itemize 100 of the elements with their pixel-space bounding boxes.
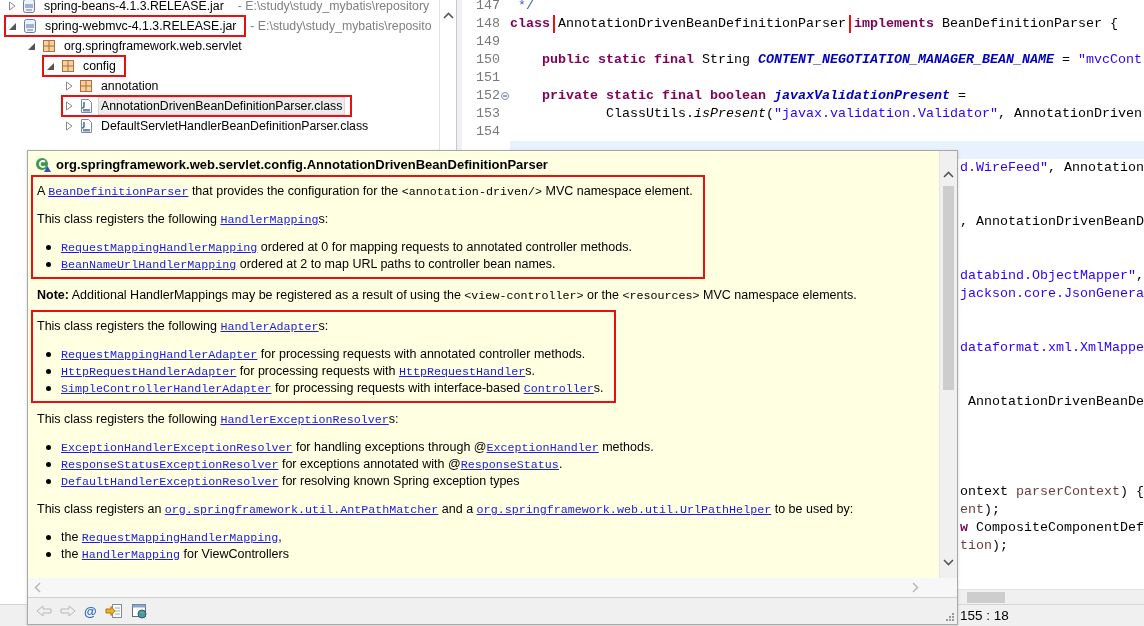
open-declaration-icon[interactable]	[104, 603, 123, 619]
class-icon	[35, 156, 51, 173]
doc-link[interactable]: ExceptionHandlerExceptionResolver	[61, 441, 293, 455]
line-number: 149	[476, 33, 500, 51]
expanded-arrow-icon[interactable]	[8, 21, 17, 31]
code-line: ent);	[960, 502, 1000, 517]
code-line: public static final String CONTENT_NEGOTIATION_MANAGER_BEAN_NAME = "mvcCont	[541, 52, 1142, 67]
line-number: 147	[476, 0, 500, 15]
package-icon	[60, 58, 76, 74]
code-line: ontext parserContext) {	[960, 484, 1144, 499]
bullet-icon	[46, 535, 51, 540]
code-line: tion);	[960, 538, 1008, 553]
bullet-icon	[46, 479, 51, 484]
bullet-icon	[46, 386, 51, 391]
scroll-up-icon[interactable]	[442, 12, 454, 19]
resize-grip-icon[interactable]	[944, 611, 954, 621]
doc-link[interactable]: Controller	[523, 382, 594, 396]
code-line: AnnotationDrivenBeanDe	[967, 394, 1144, 409]
list-item: the HandlerMapping for ViewControllers	[61, 546, 289, 563]
line-number: 151	[476, 69, 500, 87]
expanded-arrow-icon[interactable]	[27, 41, 36, 51]
bullet-icon	[46, 245, 51, 250]
list-item: DefaultHandlerExceptionResolver for resolving known Spring exception types	[61, 473, 520, 490]
doc-link[interactable]: RequestMappingHandlerMapping	[61, 241, 258, 255]
jar-icon	[21, 0, 37, 14]
list-item: ResponseStatusExceptionResolver for exceptions annotated with @ResponseStatus.	[61, 456, 563, 473]
doc-link[interactable]: ResponseStatusExceptionResolver	[61, 458, 279, 472]
fold-icon[interactable]	[501, 92, 509, 100]
line-number: 153	[476, 105, 500, 123]
highlight-frame: AnnotationDrivenBeanDefinitionParser	[553, 15, 851, 33]
bullet-icon	[46, 369, 51, 374]
doc-paragraph: A BeanDefinitionParser that provides the configuration for the <annotation-driven/> MVC namespace element.	[37, 183, 693, 200]
doc-link[interactable]: HandlerMapping	[81, 548, 181, 562]
tree-item[interactable]: annotation	[99, 78, 161, 94]
tree-item[interactable]: spring-beans-4.1.3.RELEASE.jar	[42, 0, 226, 14]
list-item: SimpleControllerHandlerAdapter for processing requests with interface-based Controllers.	[61, 380, 604, 397]
doc-link[interactable]: BeanDefinitionParser	[48, 185, 189, 199]
doc-link[interactable]: RequestMappingHandlerAdapter	[61, 348, 258, 362]
bullet-icon	[46, 262, 51, 267]
list-item: RequestMappingHandlerAdapter for processing requests with annotated controller methods.	[61, 346, 586, 363]
tree-item[interactable]: DefaultServletHandlerBeanDefinitionParser.class	[99, 118, 371, 134]
tree-item[interactable]: AnnotationDrivenBeanDefinitionParser.class	[99, 98, 345, 114]
scroll-up-icon[interactable]	[943, 171, 954, 178]
javadoc-button[interactable]: @	[84, 603, 97, 619]
tree-item[interactable]: org.springframework.web.servlet	[62, 38, 244, 54]
scroll-down-icon[interactable]	[943, 559, 954, 566]
expanded-arrow-icon[interactable]	[46, 61, 55, 71]
code-line: dataformat.xml.XmlMappe	[960, 340, 1144, 355]
list-item: the RequestMappingHandlerMapping,	[61, 529, 282, 546]
doc-link[interactable]: HandlerMapping	[220, 213, 319, 227]
collapsed-arrow-icon[interactable]	[8, 1, 16, 11]
bullet-icon	[46, 552, 51, 557]
code-line: private static final boolean javaxValidationPresent =	[541, 88, 966, 103]
doc-link[interactable]: BeanNameUrlHandlerMapping	[61, 258, 237, 272]
list-item: ExceptionHandlerExceptionResolver for handling exceptions through @ExceptionHandler methods.	[61, 439, 654, 456]
collapsed-arrow-icon[interactable]	[65, 121, 73, 131]
doc-link[interactable]: org.springframework.util.AntPathMatcher	[164, 503, 439, 517]
line-number: 154	[476, 123, 500, 141]
code-line: d.WireFeed", Annotation	[960, 160, 1144, 175]
line-number: 150	[476, 51, 500, 69]
tree-item[interactable]: spring-webmvc-4.1.3.RELEASE.jar	[43, 18, 239, 34]
doc-paragraph: This class registers the following HandlerAdapters:	[37, 318, 330, 335]
package-icon	[41, 38, 57, 54]
scroll-right-icon[interactable]	[912, 582, 919, 593]
bullet-icon	[46, 445, 51, 450]
cursor-position: 155 : 18	[960, 608, 1009, 623]
collapsed-arrow-icon[interactable]	[65, 81, 73, 91]
code-line: databind.ObjectMapper",	[960, 268, 1144, 283]
scrollbar-thumb[interactable]	[967, 591, 1005, 603]
doc-link[interactable]: ResponseStatus	[460, 458, 559, 472]
path-label: - E:\study\study_mybatis\repository	[237, 0, 430, 13]
code-line: jackson.core.JsonGenera	[960, 286, 1144, 301]
browser-window-icon[interactable]	[130, 603, 148, 619]
doc-link[interactable]: SimpleControllerHandlerAdapter	[61, 382, 272, 396]
doc-link[interactable]: DefaultHandlerExceptionResolver	[61, 475, 279, 489]
scrollbar-thumb[interactable]	[943, 186, 954, 390]
scroll-left-icon[interactable]	[34, 582, 41, 593]
doc-paragraph: This class registers the following HandlerMappings:	[37, 211, 330, 228]
doc-link[interactable]: HandlerAdapter	[220, 320, 319, 334]
tree-item[interactable]: config	[81, 58, 118, 74]
line-number: 152	[476, 87, 500, 105]
line-number: 148	[476, 15, 500, 33]
path-label: - E:\study\study_mybatis\reposito	[250, 19, 432, 33]
code-line: , AnnotationDrivenBeanD	[960, 214, 1144, 229]
code-line: */	[517, 0, 534, 13]
doc-link[interactable]: HttpRequestHandlerAdapter	[61, 365, 237, 379]
bullet-icon	[46, 462, 51, 467]
package-icon	[78, 78, 94, 94]
list-item: BeanNameUrlHandlerMapping ordered at 2 to map URL paths to controller bean names.	[61, 256, 556, 273]
collapsed-arrow-icon[interactable]	[65, 101, 73, 111]
doc-link[interactable]: HttpRequestHandler	[398, 365, 526, 379]
doc-paragraph: This class registers an org.springframework.util.AntPathMatcher and a org.springframework.web.util.UrlPathHelper to be used by:	[37, 501, 854, 518]
doc-link[interactable]: org.springframework.web.util.UrlPathHelper	[476, 503, 772, 517]
doc-paragraph: This class registers the following HandlerExceptionResolvers:	[37, 411, 400, 428]
doc-link[interactable]: HandlerExceptionResolver	[220, 413, 389, 427]
doc-paragraph: Note: Additional HandlerMappings may be registered as a result of using the <view-controller> or the <resources> MVC namespace elements.	[37, 287, 857, 304]
code-line: ClassUtils.isPresent("javax.validation.Validator", AnnotationDriven	[604, 106, 1142, 121]
code-line: w CompositeComponentDef	[960, 520, 1144, 535]
doc-link[interactable]: ExceptionHandler	[486, 441, 599, 455]
bullet-icon	[46, 352, 51, 357]
